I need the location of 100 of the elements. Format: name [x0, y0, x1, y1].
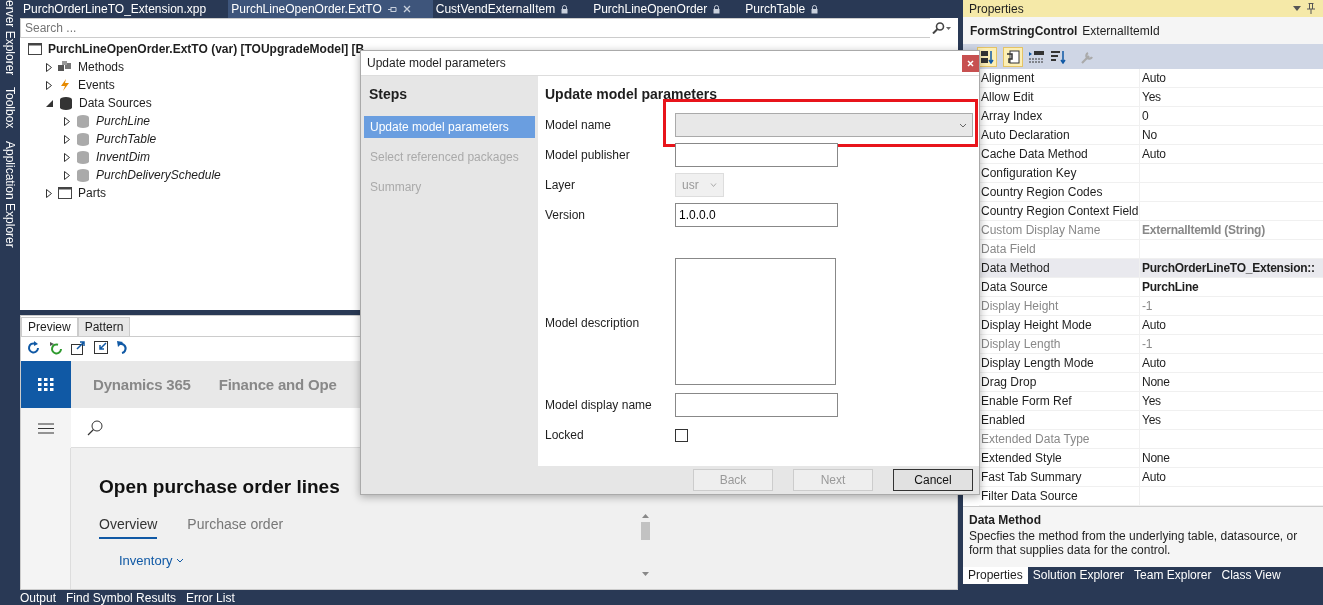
- sort-icon[interactable]: [1051, 49, 1067, 64]
- property-name[interactable]: Allow Edit: [979, 90, 1139, 104]
- property-name[interactable]: Extended Style: [979, 451, 1139, 465]
- preview-tab[interactable]: Pattern: [77, 317, 131, 336]
- refresh-icon[interactable]: [49, 341, 63, 355]
- tree-item[interactable]: Methods: [78, 60, 125, 74]
- property-name[interactable]: Data Method: [979, 261, 1139, 275]
- property-name[interactable]: Fast Tab Summary: [979, 470, 1139, 484]
- property-name[interactable]: Data Source: [979, 280, 1139, 294]
- properties-icon[interactable]: [1003, 46, 1023, 67]
- document-tab[interactable]: CustVendExternalItem: [432, 0, 591, 18]
- side-tab[interactable]: erver Explorer: [3, 0, 17, 76]
- description-field[interactable]: [675, 258, 836, 385]
- document-tab[interactable]: PurchLineOpenOrder.ExtTO: [228, 0, 433, 18]
- property-value[interactable]: None: [1140, 451, 1170, 465]
- property-name[interactable]: Drag Drop: [979, 375, 1139, 389]
- property-name[interactable]: Cache Data Method: [979, 147, 1139, 161]
- panel-tab[interactable]: Class View: [1216, 567, 1286, 584]
- panel-tab[interactable]: Solution Explorer: [1027, 567, 1130, 584]
- close-icon: [967, 60, 974, 67]
- search-icon[interactable]: [87, 419, 103, 436]
- side-tab[interactable]: Toolbox: [3, 87, 17, 129]
- expand-arrow-icon[interactable]: [64, 152, 70, 162]
- import-icon[interactable]: [94, 341, 109, 355]
- pin-icon[interactable]: [1307, 3, 1315, 14]
- lock-icon[interactable]: [561, 4, 569, 14]
- expand-arrow-icon[interactable]: [46, 80, 52, 90]
- property-value[interactable]: Auto: [1140, 71, 1166, 85]
- preview-tab[interactable]: Preview: [21, 317, 78, 336]
- bottom-tab[interactable]: Error List: [186, 590, 235, 605]
- property-value[interactable]: No: [1140, 128, 1157, 142]
- page-tab[interactable]: Purchase order: [187, 516, 284, 539]
- side-tab[interactable]: Application Explorer: [3, 140, 17, 248]
- tree-item[interactable]: InventDim: [96, 150, 151, 164]
- property-value[interactable]: Yes: [1140, 394, 1161, 408]
- property-value[interactable]: Yes: [1140, 90, 1161, 104]
- refresh-icon[interactable]: [27, 341, 41, 355]
- expand-arrow-icon[interactable]: [64, 134, 70, 144]
- bottom-tab[interactable]: Output: [20, 590, 57, 605]
- search-icon[interactable]: [930, 22, 952, 34]
- property-name[interactable]: Configuration Key: [979, 166, 1139, 180]
- dialog-button[interactable]: Cancel: [893, 469, 973, 491]
- object-type: FormStringControl: [970, 23, 1078, 38]
- app-launcher-icon[interactable]: [38, 377, 54, 392]
- property-value[interactable]: PurchLine: [1140, 280, 1199, 294]
- property-name[interactable]: Display Height Mode: [979, 318, 1139, 332]
- property-name[interactable]: Auto Declaration: [979, 128, 1139, 142]
- scrollbar[interactable]: [639, 511, 652, 579]
- tree-item[interactable]: PurchDeliverySchedule: [96, 168, 221, 182]
- field-label: Layer: [545, 178, 577, 192]
- document-tab[interactable]: PurchOrderLineTO_Extension.xpp: [20, 0, 229, 18]
- menu-icon[interactable]: [38, 422, 54, 434]
- property-value[interactable]: Auto: [1140, 470, 1166, 484]
- close-icon[interactable]: [402, 5, 411, 13]
- expand-arrow-icon[interactable]: [46, 62, 52, 72]
- field-label: Version: [545, 208, 587, 222]
- lock-icon[interactable]: [811, 4, 819, 14]
- document-tab[interactable]: PurchLineOpenOrder: [590, 0, 743, 18]
- property-value[interactable]: Yes: [1140, 413, 1161, 427]
- property-name[interactable]: Enable Form Ref: [979, 394, 1139, 408]
- property-name[interactable]: Filter Data Source: [979, 489, 1139, 503]
- tree-item[interactable]: PurchTable: [96, 132, 157, 146]
- property-value[interactable]: Auto: [1140, 356, 1166, 370]
- panel-tab[interactable]: Properties: [963, 567, 1028, 584]
- expand-arrow-icon[interactable]: [46, 188, 52, 198]
- property-name[interactable]: Enabled: [979, 413, 1139, 427]
- dropdown-arrow-icon[interactable]: [1293, 6, 1301, 11]
- input-field[interactable]: [675, 143, 838, 167]
- expand-arrow-icon[interactable]: [64, 170, 70, 180]
- list-icon[interactable]: [1029, 49, 1045, 64]
- input-field[interactable]: [675, 393, 838, 417]
- expand-arrow-icon[interactable]: [64, 116, 70, 126]
- property-name[interactable]: Alignment: [979, 71, 1139, 85]
- property-value[interactable]: Auto: [1140, 318, 1166, 332]
- undo-icon[interactable]: [117, 341, 130, 355]
- tree-item[interactable]: Events: [78, 78, 115, 92]
- tree-item[interactable]: PurchLine: [96, 114, 151, 128]
- input-field[interactable]: 1.0.0.0: [675, 203, 838, 227]
- field-label: Model description: [545, 316, 641, 330]
- property-name[interactable]: Country Region Codes: [979, 185, 1139, 199]
- bottom-tab[interactable]: Find Symbol Results: [66, 590, 177, 605]
- tree-item[interactable]: Data Sources: [79, 96, 152, 110]
- export-icon[interactable]: [71, 341, 86, 355]
- collapse-arrow-icon[interactable]: [46, 99, 53, 107]
- section-header[interactable]: Inventory: [119, 553, 185, 568]
- property-name[interactable]: Array Index: [979, 109, 1139, 123]
- search-field[interactable]: Search ...: [20, 18, 930, 38]
- tree-item[interactable]: Parts: [78, 186, 106, 200]
- property-value[interactable]: 0: [1140, 109, 1149, 123]
- document-tab[interactable]: PurchTable: [742, 0, 841, 18]
- close-button[interactable]: [962, 55, 979, 72]
- property-name[interactable]: Country Region Context Field: [979, 204, 1139, 218]
- property-name[interactable]: Display Length Mode: [979, 356, 1139, 370]
- property-value[interactable]: None: [1140, 375, 1170, 389]
- panel-tab[interactable]: Team Explorer: [1129, 567, 1217, 584]
- checkbox[interactable]: [675, 428, 688, 442]
- property-value[interactable]: PurchOrderLineTO_Extension::: [1140, 261, 1315, 275]
- lock-icon[interactable]: [713, 4, 721, 14]
- page-tab[interactable]: Overview: [99, 516, 158, 539]
- property-value[interactable]: Auto: [1140, 147, 1166, 161]
